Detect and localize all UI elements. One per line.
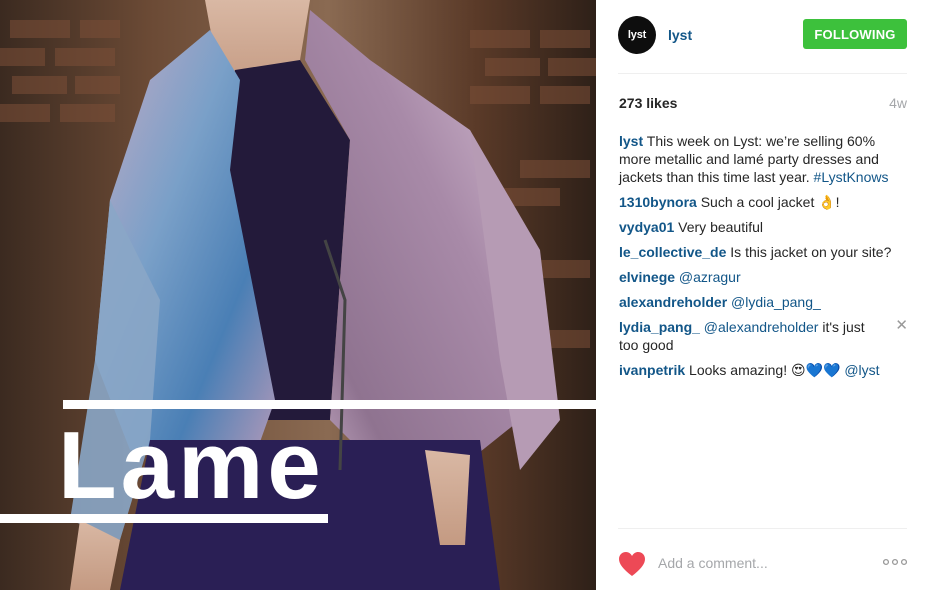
heart-icon[interactable]: [618, 551, 646, 577]
comment-username[interactable]: ivanpetrik: [619, 362, 685, 378]
comment-username[interactable]: vydya01: [619, 219, 674, 235]
comment-item: lydia_pang_ @alexandreholder it's just t…: [619, 318, 908, 354]
comment-text: Is this jacket on your site?: [726, 244, 892, 260]
avatar[interactable]: lyst: [618, 16, 656, 54]
comment-item: lyst This week on Lyst: we’re selling 60…: [619, 132, 907, 186]
comment-text: Very beautiful: [674, 219, 764, 235]
post-author-username[interactable]: lyst: [668, 27, 692, 43]
comment-mention[interactable]: @azragur: [675, 269, 741, 285]
footer-divider: [618, 528, 907, 529]
comment-mention[interactable]: @lydia_pang_: [727, 294, 821, 310]
comment-input[interactable]: [658, 553, 868, 573]
comment-hashtag[interactable]: #LystKnows: [814, 169, 889, 185]
likes-count[interactable]: 273 likes: [619, 95, 677, 111]
comment-item: elvinege @azragur: [619, 268, 907, 286]
post-info-panel: lyst lyst FOLLOWING 273 likes 4w lyst Th…: [596, 0, 926, 590]
comment-item: alexandreholder @lydia_pang_: [619, 293, 907, 311]
post-image: Lame: [0, 0, 596, 590]
comment-footer: [618, 545, 907, 579]
comment-item: 1310bynora Such a cool jacket 👌!: [619, 193, 907, 211]
post-age[interactable]: 4w: [889, 95, 907, 111]
overlay-title: Lame: [58, 412, 325, 519]
comment-item: vydya01 Very beautiful: [619, 218, 907, 236]
following-button[interactable]: FOLLOWING: [803, 19, 907, 49]
comment-username[interactable]: le_collective_de: [619, 244, 726, 260]
avatar-label: lyst: [627, 29, 647, 41]
close-icon[interactable]: ✕: [895, 318, 908, 334]
comment-username[interactable]: lyst: [619, 133, 643, 149]
comment-mention[interactable]: @lyst: [844, 362, 879, 378]
comment-text: Such a cool jacket 👌!: [696, 194, 840, 210]
comment-item: le_collective_de Is this jacket on your …: [619, 243, 907, 261]
comment-username[interactable]: 1310bynora: [619, 194, 697, 210]
post-header: lyst lyst FOLLOWING: [618, 16, 907, 54]
post-photo[interactable]: Lame: [0, 0, 596, 590]
header-divider: [618, 73, 907, 74]
comment-username[interactable]: alexandreholder: [619, 294, 727, 310]
comments-list: lyst This week on Lyst: we’re selling 60…: [619, 132, 908, 386]
comment-item: ivanpetrik Looks amazing! 😍💙💙 @lyst: [619, 361, 907, 379]
comment-username[interactable]: lydia_pang_: [619, 319, 700, 335]
more-options-icon[interactable]: [883, 557, 907, 567]
comment-text: Looks amazing! 😍💙💙: [685, 362, 845, 378]
comment-username[interactable]: elvinege: [619, 269, 675, 285]
comment-mention[interactable]: @alexandreholder: [700, 319, 819, 335]
